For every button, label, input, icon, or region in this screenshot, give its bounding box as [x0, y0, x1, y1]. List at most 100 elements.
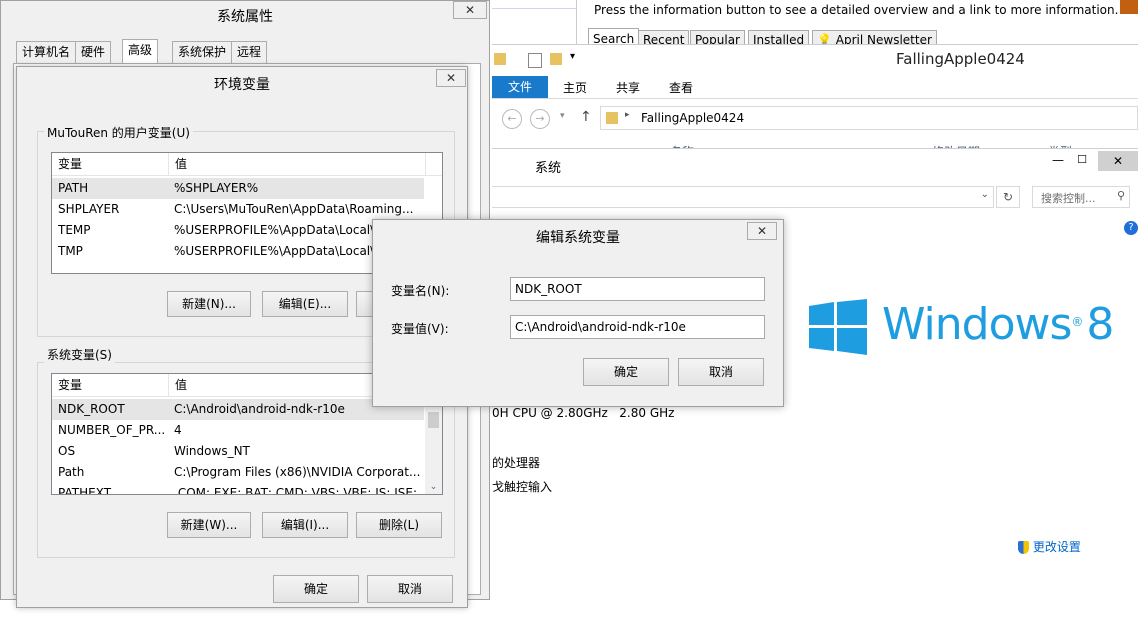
system-address-bar[interactable]: ⌄: [492, 186, 994, 208]
recent-dropdown-icon[interactable]: ▾: [560, 111, 565, 121]
touch-info: 戈触控输入: [492, 480, 553, 494]
tab-computer-name[interactable]: 计算机名: [16, 41, 77, 63]
scroll-thumb[interactable]: [428, 412, 439, 428]
system-column-variable[interactable]: 变量: [52, 374, 169, 396]
system-title: 系统: [535, 161, 562, 176]
user-edit-button[interactable]: 编辑(E)...: [262, 291, 348, 317]
system-list-scrollbar[interactable]: ▲ ⌄: [425, 396, 442, 494]
chevron-down-icon[interactable]: ⌄: [981, 189, 989, 200]
address-path: FallingApple0424: [641, 111, 745, 125]
tab-remote[interactable]: 远程: [231, 41, 268, 63]
folder-icon: [494, 53, 506, 65]
env-ok-button[interactable]: 确定: [273, 575, 359, 603]
maximize-button[interactable]: ☐: [1072, 153, 1092, 167]
system-var-value: C:\Program Files (x86)\NVIDIA Corporat..…: [174, 465, 421, 479]
windows-brand: Windows®8: [882, 299, 1114, 350]
env-cancel-button[interactable]: 取消: [367, 575, 453, 603]
shield-icon: [1018, 541, 1029, 554]
properties-icon: [528, 53, 542, 68]
close-button[interactable]: ✕: [1098, 151, 1138, 171]
minimize-button[interactable]: —: [1048, 153, 1068, 167]
windows-brand-name: Windows: [882, 299, 1072, 350]
dropdown-arrow-icon[interactable]: ▾: [570, 51, 575, 62]
explorer-title: FallingApple0424: [896, 50, 1025, 68]
change-settings-link[interactable]: 更改设置: [1018, 538, 1081, 555]
search-placeholder: 搜索控制...: [1041, 192, 1096, 205]
edit-dialog-title: 编辑系统变量: [536, 230, 620, 246]
system-new-button[interactable]: 新建(W)...: [167, 512, 251, 538]
system-var-name: Path: [58, 465, 85, 479]
left-web-strip: [492, 0, 577, 44]
edit-cancel-button[interactable]: 取消: [678, 358, 764, 386]
variable-name-input[interactable]: NDK_ROOT: [510, 277, 765, 301]
variable-name-label: 变量名(N):: [391, 284, 450, 298]
system-properties-close-button[interactable]: ✕: [453, 1, 487, 19]
scroll-down-icon[interactable]: ⌄: [425, 480, 442, 494]
system-var-value: .COM;.EXE;.BAT;.CMD;.VBS;.VBE;.JS;.JSE;.…: [174, 486, 424, 495]
address-bar[interactable]: ▸ FallingApple0424: [600, 106, 1138, 130]
tab-advanced[interactable]: 高级: [122, 39, 159, 64]
system-var-name: PATHEXT: [58, 486, 112, 495]
user-var-row[interactable]: SHPLAYER C:\Users\MuTouRen\AppData\Roami…: [52, 199, 424, 220]
user-var-name: TMP: [58, 244, 83, 258]
variable-value-label: 变量值(V):: [391, 322, 449, 336]
ribbon-tab-view[interactable]: 查看: [669, 79, 693, 96]
system-delete-button[interactable]: 删除(L): [356, 512, 442, 538]
user-var-row[interactable]: TMP %USERPROFILE%\AppData\Local\: [52, 241, 424, 262]
edit-ok-button[interactable]: 确定: [583, 358, 669, 386]
user-var-row[interactable]: PATH %SHPLAYER%: [52, 178, 424, 199]
user-new-button[interactable]: 新建(N)...: [167, 291, 251, 317]
system-var-value: Windows_NT: [174, 444, 250, 458]
windows-brand-version: 8: [1086, 299, 1114, 350]
environment-variables-title: 环境变量: [214, 77, 270, 93]
system-var-row[interactable]: NUMBER_OF_PR... 4: [52, 420, 424, 441]
user-var-value: %SHPLAYER%: [174, 181, 259, 195]
system-var-row[interactable]: OS Windows_NT: [52, 441, 424, 462]
system-var-row[interactable]: Path C:\Program Files (x86)\NVIDIA Corpo…: [52, 462, 424, 483]
user-var-name: TEMP: [58, 223, 91, 237]
registered-mark: ®: [1071, 315, 1083, 329]
windows-logo-icon: [809, 299, 867, 355]
cpu-info: 0H CPU @ 2.80GHz 2.80 GHz: [492, 406, 675, 420]
variable-value-input[interactable]: C:\Android\android-ndk-r10e: [510, 315, 765, 339]
user-list-header: 变量 值: [52, 153, 442, 176]
edit-system-variable-dialog: 编辑系统变量 ✕ 变量名(N): NDK_ROOT 变量值(V): C:\And…: [372, 219, 784, 407]
search-control-panel[interactable]: 搜索控制... ⚲: [1032, 186, 1130, 208]
tab-hardware[interactable]: 硬件: [75, 41, 112, 63]
web-page-area: Press the information button to see a de…: [580, 0, 1138, 50]
system-var-name: NDK_ROOT: [58, 402, 125, 416]
new-folder-icon: [550, 53, 562, 65]
address-folder-icon: [606, 112, 618, 124]
chevron-right-icon: ▸: [625, 110, 630, 120]
system-var-value: 4: [174, 423, 182, 437]
change-settings-label: 更改设置: [1032, 540, 1081, 554]
environment-variables-close-button[interactable]: ✕: [436, 69, 466, 87]
user-var-value: C:\Users\MuTouRen\AppData\Roaming...: [174, 202, 414, 216]
system-edit-button[interactable]: 编辑(I)...: [262, 512, 348, 538]
user-var-row[interactable]: TEMP %USERPROFILE%\AppData\Local\: [52, 220, 424, 241]
user-var-name: PATH: [58, 181, 89, 195]
refresh-button[interactable]: ↻: [996, 186, 1020, 208]
user-column-value[interactable]: 值: [169, 153, 426, 175]
ribbon-tab-home[interactable]: 主页: [563, 79, 587, 96]
quick-access-toolbar: ▾: [494, 51, 584, 69]
ribbon-tab-file[interactable]: 文件: [492, 76, 548, 98]
user-var-name: SHPLAYER: [58, 202, 120, 216]
explorer-window: ▾ FallingApple0424 文件 主页 共享 查看 ← → ▾ ↑ ▸…: [492, 44, 1138, 159]
system-properties-title: 系统属性: [217, 9, 273, 25]
back-button[interactable]: ←: [502, 109, 522, 129]
system-variables-label: 系统变量(S): [44, 346, 115, 363]
edit-dialog-close-button[interactable]: ✕: [747, 222, 777, 240]
system-var-row[interactable]: PATHEXT .COM;.EXE;.BAT;.CMD;.VBS;.VBE;.J…: [52, 483, 424, 495]
search-icon: ⚲: [1116, 189, 1125, 202]
tab-system-protection[interactable]: 系统保护: [172, 41, 233, 63]
info-bar-text: Press the information button to see a de…: [594, 3, 1119, 17]
user-column-variable[interactable]: 变量: [52, 153, 169, 175]
forward-button[interactable]: →: [530, 109, 550, 129]
system-var-row[interactable]: NDK_ROOT C:\Android\android-ndk-r10e: [52, 399, 424, 420]
up-arrow-icon[interactable]: ↑: [580, 109, 592, 125]
ribbon-tab-share[interactable]: 共享: [616, 79, 640, 96]
system-var-name: OS: [58, 444, 76, 458]
system-var-name: NUMBER_OF_PR...: [58, 423, 166, 437]
help-icon[interactable]: ?: [1124, 221, 1138, 235]
